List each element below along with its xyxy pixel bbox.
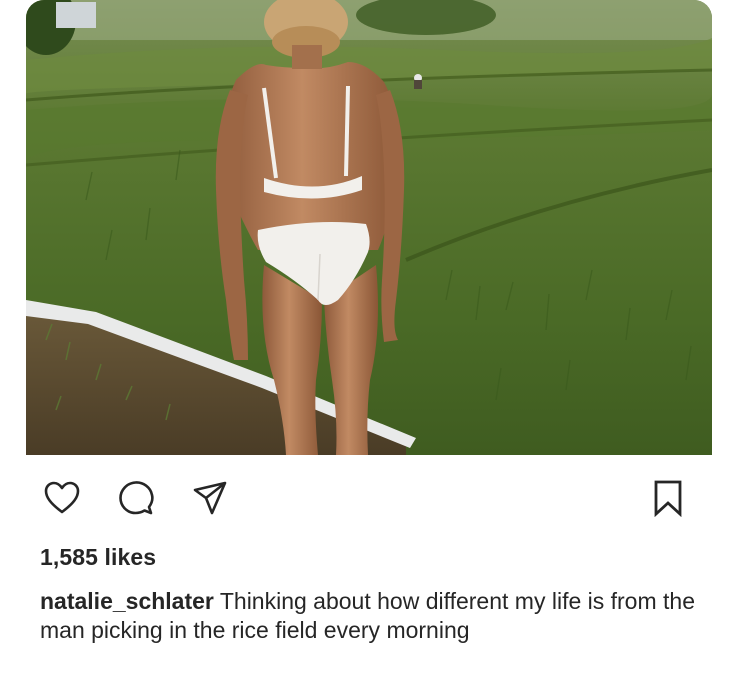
comment-bubble-icon[interactable]: [114, 476, 158, 520]
caption-username[interactable]: natalie_schlater: [40, 588, 214, 614]
post-caption: natalie_schlater Thinking about how diff…: [40, 587, 696, 645]
bookmark-outline-icon[interactable]: [646, 476, 690, 520]
post-photo[interactable]: [26, 0, 712, 455]
heart-outline-icon[interactable]: [40, 476, 84, 520]
instagram-post-card: 1,585 likes natalie_schlater Thinking ab…: [26, 0, 712, 687]
paper-plane-icon[interactable]: [188, 476, 232, 520]
post-action-bar: [26, 470, 712, 530]
likes-count[interactable]: 1,585 likes: [40, 544, 156, 571]
